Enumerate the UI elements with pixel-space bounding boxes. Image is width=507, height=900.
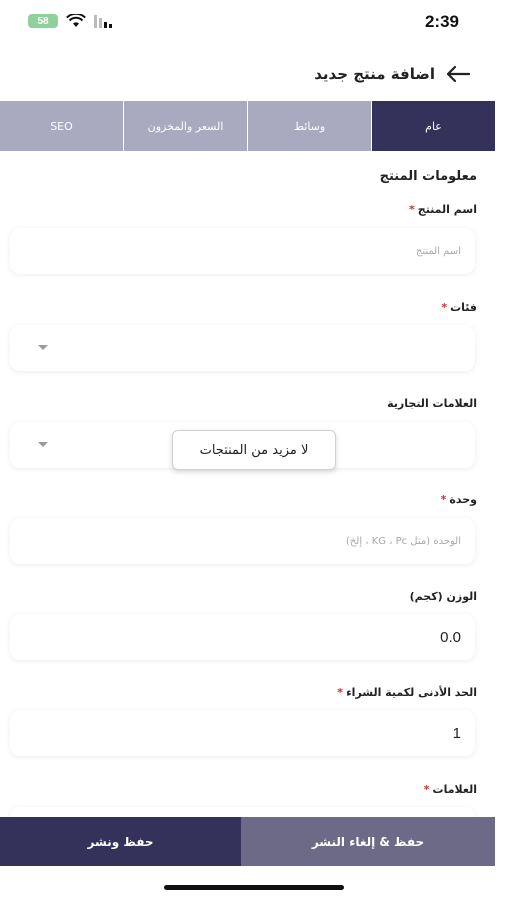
min-qty-input[interactable]: 1 (10, 710, 475, 756)
chevron-down-icon (38, 442, 48, 447)
categories-dropdown[interactable] (10, 325, 475, 371)
required-mark: * (440, 493, 447, 506)
save-publish-button[interactable]: حفظ ونشر (0, 817, 241, 866)
toast-message: لا مزيد من المنتجات (172, 430, 336, 470)
tags-label-text: العلامات (432, 783, 477, 796)
home-indicator[interactable] (164, 885, 344, 890)
arrow-back-icon (446, 65, 471, 83)
weight-label: الوزن (كجم) (410, 590, 477, 603)
tab-media[interactable]: وسائط (247, 101, 371, 151)
status-icons: 58 (28, 14, 116, 28)
tags-label: العلامات* (424, 783, 477, 796)
status-time: 2:39 (424, 12, 459, 31)
categories-label-text: فئات (450, 301, 477, 314)
status-bar: 58 2:39 (0, 0, 507, 46)
section-title: معلومات المنتج (379, 169, 477, 184)
required-mark: * (441, 301, 448, 314)
weight-input[interactable]: 0.0 (10, 614, 475, 660)
brands-label-text: العلامات التجارية (387, 397, 477, 410)
min-qty-label-text: الحد الأدنى لكمية الشراء (346, 686, 477, 699)
tab-seo[interactable]: SEO (0, 101, 123, 151)
min-qty-label: الحد الأدنى لكمية الشراء* (337, 686, 477, 699)
unit-placeholder: الوحدة (مثل KG ، Pc ، إلخ) (345, 535, 461, 547)
signal-icon (94, 15, 112, 28)
tab-general[interactable]: عام (371, 101, 495, 151)
save-unpublish-button[interactable]: حفظ & إلغاء النشر (241, 817, 495, 866)
brands-label: العلامات التجارية (387, 397, 477, 410)
weight-value: 0.0 (440, 628, 461, 646)
bottom-action-bar: حفظ & إلغاء النشر حفظ ونشر (0, 817, 495, 866)
categories-label: فئات* (441, 301, 477, 314)
unit-label-text: وحدة (449, 493, 477, 506)
tags-input[interactable] (10, 807, 475, 817)
product-name-label-text: اسم المنتج (417, 203, 477, 216)
page-title: اضافة منتج جديد (314, 65, 435, 83)
product-name-placeholder: اسم المنتج (415, 245, 461, 257)
product-name-input[interactable]: اسم المنتج (10, 228, 475, 274)
tab-bar: عام وسائط السعر والمخزون SEO (0, 101, 495, 151)
unit-label: وحدة* (441, 493, 477, 506)
unit-input[interactable]: الوحدة (مثل KG ، Pc ، إلخ) (10, 518, 475, 564)
wifi-icon (66, 14, 86, 27)
min-qty-value: 1 (452, 724, 461, 742)
required-mark: * (409, 203, 415, 216)
required-mark: * (337, 686, 344, 699)
back-button[interactable] (443, 62, 473, 86)
product-name-label: اسم المنتج* (409, 203, 477, 216)
weight-label-text: الوزن (كجم) (409, 590, 477, 603)
product-form: معلومات المنتج اسم المنتج* اسم المنتج فئ… (0, 151, 495, 817)
header: اضافة منتج جديد (0, 52, 495, 96)
battery-icon: 58 (28, 14, 58, 28)
required-mark: * (423, 783, 430, 796)
chevron-down-icon (38, 345, 48, 350)
battery-level: 58 (37, 15, 49, 27)
tab-price-stock[interactable]: السعر والمخزون (123, 101, 247, 151)
